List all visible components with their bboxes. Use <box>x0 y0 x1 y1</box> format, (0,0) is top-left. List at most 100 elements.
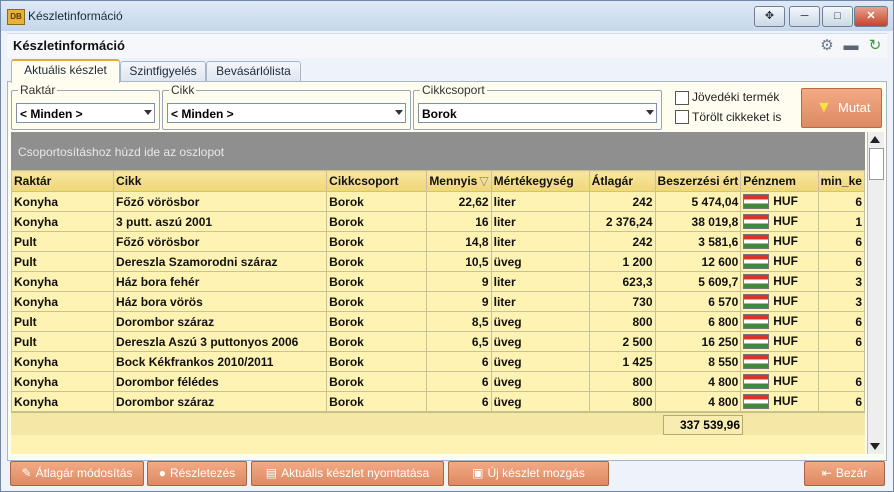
cell-penznem: HUF <box>740 331 819 352</box>
cell-raktar: Konyha <box>11 271 115 292</box>
printer-icon: ▤ <box>265 466 278 480</box>
cell-atlagar: 800 <box>588 391 656 412</box>
cell-text: 800 <box>632 374 653 389</box>
cell-atlagar: 242 <box>588 191 656 212</box>
table-row[interactable]: Konyha 3 putt. aszú 2001 Borok 16 liter 2 376… <box>11 211 865 232</box>
col-header-mennyiseg[interactable]: Mennyis ▽ <box>426 170 492 192</box>
uj-keszlet-mozgas-button[interactable]: ▣ Új készlet mozgás <box>448 461 609 486</box>
table-row[interactable]: Pult Főző vörösbor Borok 14,8 liter 242 3 581,… <box>11 231 865 252</box>
col-header-cikkcsoport[interactable]: Cikkcsoport <box>326 170 428 192</box>
cell-text: Konyha <box>14 194 59 209</box>
raktar-filter: Raktár < Minden > <box>11 83 160 130</box>
cell-text: Pult <box>14 314 37 329</box>
grid-footer: 337 539,96 <box>11 412 865 435</box>
cell-beszerzesi-ertek: 8 550 <box>654 351 742 372</box>
table-row[interactable]: Konyha Ház bora fehér Borok 9 liter 623,3 5 60… <box>11 271 865 292</box>
col-header-mertekegyseg[interactable]: Mértékegység <box>490 170 590 192</box>
cell-text: Dorombor félédes <box>116 374 219 389</box>
cell-mennyiseg: 10,5 <box>426 251 492 272</box>
cell-text: HUF <box>773 213 798 228</box>
col-header-beszerzesi-ertek[interactable]: Beszerzési ért <box>654 170 742 192</box>
cell-text: Borok <box>329 254 364 269</box>
group-by-area[interactable]: Csoportosításhoz húzd ide az oszlopot <box>11 132 865 170</box>
table-row[interactable]: Konyha Ház bora vörös Borok 9 liter 730 6 570 H… <box>11 291 865 312</box>
cell-text: 14,8 <box>465 234 489 249</box>
atlagar-modositas-button[interactable]: ✎ Átlagár módosítás <box>10 461 144 486</box>
minimize-button[interactable]: ─ <box>789 6 820 27</box>
cell-text: 6 <box>481 374 489 389</box>
cell-text: HUF <box>773 353 798 368</box>
cell-text: Borok <box>329 314 364 329</box>
cell-cikk: Ház bora fehér <box>113 271 328 292</box>
scroll-up-icon[interactable] <box>870 136 880 143</box>
cell-cikk: Bock Kékfrankos 2010/2011 <box>113 351 328 372</box>
raktar-value: < Minden > <box>20 107 83 121</box>
cell-text: Főző vörösbor <box>116 234 200 249</box>
cell-cikkcsoport: Borok <box>326 251 428 272</box>
cell-text: üveg <box>493 354 522 369</box>
cell-mennyiseg: 22,62 <box>426 191 492 212</box>
cell-mennyiseg: 6 <box>426 351 492 372</box>
cell-cikk: Dorombor félédes <box>113 371 328 392</box>
table-row[interactable]: Konyha Bock Kékfrankos 2010/2011 Borok 6 üve… <box>11 351 865 372</box>
raktar-select[interactable]: < Minden > <box>16 103 155 123</box>
cikkcsoport-select[interactable]: Borok <box>418 103 657 123</box>
nyomtatas-button[interactable]: ▤ Aktuális készlet nyomtatása <box>251 461 444 486</box>
cell-text: HUF <box>773 193 798 208</box>
table-row[interactable]: Pult Dereszla Aszú 3 puttonyos 2006 Borok 6… <box>11 331 865 352</box>
maximize-button[interactable]: □ <box>822 6 853 27</box>
cell-beszerzesi-ertek: 16 250 <box>654 331 742 352</box>
cell-raktar: Konyha <box>11 351 115 372</box>
cell-text: 6 <box>855 334 862 349</box>
move-button[interactable]: ✥ <box>754 6 785 27</box>
cell-min-keszlet: 6 <box>817 331 865 352</box>
table-row[interactable]: Konyha Főző vörösbor Borok 22,62 liter 242 5 4… <box>11 191 865 212</box>
cell-text: 6 <box>855 254 862 269</box>
tab-aktualis-keszlet[interactable]: Aktuális készlet <box>11 59 120 83</box>
scroll-down-icon[interactable] <box>870 443 880 450</box>
reszletezes-button[interactable]: ● Részletezés <box>147 461 247 486</box>
tab-szintfigyeles[interactable]: Szintfigyelés <box>120 61 206 81</box>
table-row[interactable]: Konyha Dorombor száraz Borok 6 üveg 800 4 800 H… <box>11 391 865 412</box>
torolt-checkbox[interactable] <box>675 110 689 124</box>
table-row[interactable]: Pult Dorombor száraz Borok 8,5 üveg 800 6 800 H… <box>11 311 865 332</box>
bezar-button[interactable]: ⇤ Bezár <box>804 461 885 486</box>
cell-cikkcsoport: Borok <box>326 331 428 352</box>
chevron-down-icon <box>395 110 403 115</box>
cell-cikk: Főző vörösbor <box>113 231 328 252</box>
table-row[interactable]: Konyha Dorombor félédes Borok 6 üveg 800 4 800… <box>11 371 865 392</box>
cell-mennyiseg: 6 <box>426 391 492 412</box>
cell-text: HUF <box>773 313 798 328</box>
cell-text: 16 <box>475 214 489 229</box>
vertical-scrollbar[interactable] <box>867 132 884 454</box>
col-header-min-keszlet[interactable]: min_ke <box>817 170 865 192</box>
col-header-cikk[interactable]: Cikk <box>113 170 328 192</box>
gear-icon[interactable]: ⚙ <box>818 37 836 55</box>
header-bar: Készletinformáció ⚙ ▬ ↻ <box>7 33 887 58</box>
cell-text: liter <box>493 294 516 309</box>
cell-beszerzesi-ertek: 12 600 <box>654 251 742 272</box>
cikk-select[interactable]: < Minden > <box>167 103 406 123</box>
mutat-button[interactable]: ▼ Mutat <box>801 88 882 128</box>
col-header-atlagar[interactable]: Átlagár <box>588 170 656 192</box>
cell-text: 22,62 <box>458 194 489 209</box>
tab-bevasarlolista[interactable]: Bevásárlólista <box>206 61 301 81</box>
jovedeki-label: Jövedéki termék <box>692 90 780 104</box>
cell-text: 5 609,7 <box>698 274 739 289</box>
scroll-thumb[interactable] <box>869 148 884 180</box>
table-row[interactable]: Pult Dereszla Szamorodni száraz Borok 10,5 ü… <box>11 251 865 272</box>
close-button[interactable]: ✕ <box>854 6 888 27</box>
cell-text: liter <box>493 214 516 229</box>
cell-text: liter <box>493 234 516 249</box>
col-header-raktar[interactable]: Raktár <box>11 170 115 192</box>
col-header-penznem[interactable]: Pénznem <box>740 170 819 192</box>
printer-icon[interactable]: ▬ <box>842 37 860 55</box>
cell-text: üveg <box>493 394 522 409</box>
cell-cikkcsoport: Borok <box>326 191 428 212</box>
cikk-label: Cikk <box>169 83 197 97</box>
refresh-icon[interactable]: ↻ <box>866 37 884 55</box>
cell-text: Pult <box>14 234 37 249</box>
filter-icon: ▼ <box>816 99 832 116</box>
jovedeki-checkbox[interactable] <box>675 91 689 105</box>
cell-text: HUF <box>773 273 798 288</box>
